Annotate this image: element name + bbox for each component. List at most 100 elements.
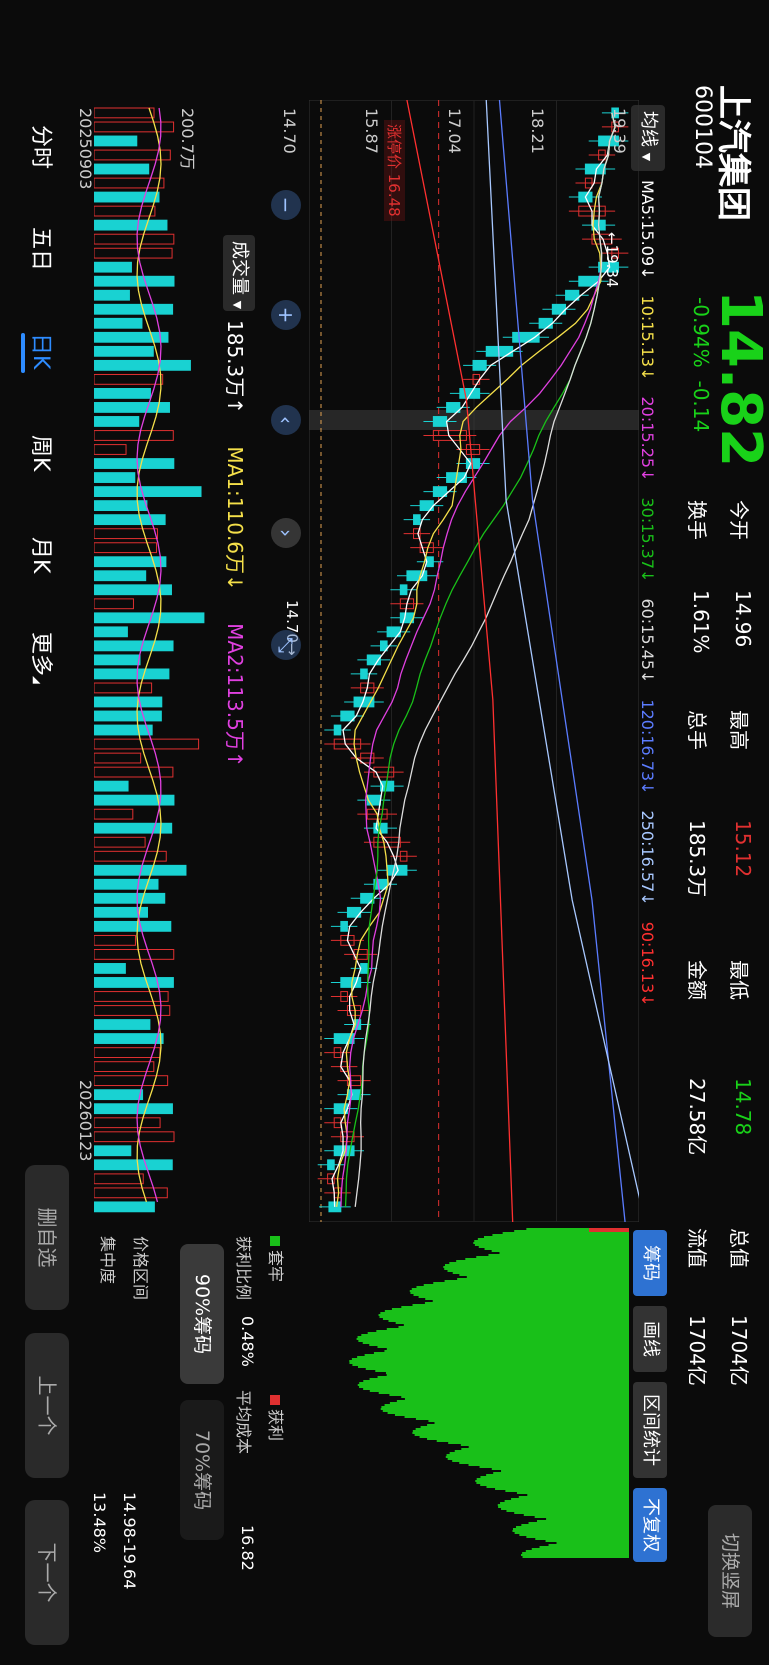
chip-90-button[interactable]: 90%筹码	[180, 1244, 224, 1384]
tab-weekly-k[interactable]: 周K	[27, 435, 59, 471]
chip-bar	[484, 1248, 629, 1250]
chip-bar	[357, 1384, 629, 1386]
switch-portrait-button[interactable]: 切换竖屏	[708, 1505, 752, 1637]
scroll-left-icon[interactable]: ‹	[271, 405, 301, 435]
chip-bar	[446, 1454, 629, 1456]
chip-bar	[359, 1382, 629, 1384]
chip-bar	[418, 1296, 629, 1298]
volume-bar	[94, 107, 155, 119]
chip-bar	[501, 1470, 629, 1472]
chip-bar	[516, 1492, 629, 1494]
zoom-in-icon[interactable]: +	[271, 300, 301, 330]
candle	[459, 388, 481, 399]
tab-five-day[interactable]: 五日	[27, 227, 59, 271]
tab-daily-k[interactable]: 日K	[27, 333, 59, 369]
ma-value-0: MA5:15.09↓	[638, 180, 657, 280]
chip-bar	[365, 1368, 629, 1370]
kline-chart[interactable]	[309, 100, 639, 1222]
candle	[399, 584, 408, 596]
chip-bar	[445, 1456, 629, 1458]
volume-bar	[94, 640, 174, 652]
volume-bar	[94, 977, 174, 988]
chip-bar	[358, 1340, 629, 1342]
chip-bar	[512, 1530, 629, 1532]
candle	[340, 920, 348, 932]
chip-bar	[506, 1510, 629, 1512]
chip-bar	[449, 1452, 629, 1454]
chip-bar	[379, 1316, 629, 1318]
tab-chip[interactable]: 筹码	[633, 1230, 667, 1296]
chip-bar	[364, 1354, 629, 1356]
limit-up-label: 涨停价 16.48	[384, 120, 405, 221]
next-stock-button[interactable]: 下一个	[25, 1500, 69, 1645]
chip-bar	[545, 1540, 629, 1542]
chip-bar	[492, 1234, 629, 1236]
chip-bar	[414, 1434, 629, 1436]
tab-monthly-k[interactable]: 月K	[27, 537, 59, 573]
collapse-icon[interactable]: ⤡	[271, 630, 301, 660]
dropdown-icon: ▼	[640, 152, 653, 162]
volume-bar	[94, 808, 134, 820]
chip-bar	[477, 1238, 629, 1240]
chip-bar	[535, 1538, 629, 1540]
tab-draw[interactable]: 画线	[633, 1306, 667, 1372]
chip-bar	[396, 1400, 629, 1402]
chip-bar	[359, 1386, 629, 1388]
high-label: 最高	[727, 710, 751, 750]
chip-bar	[548, 1544, 629, 1546]
open-label: 今开	[727, 500, 751, 540]
volume-bar	[94, 345, 154, 357]
tab-intraday[interactable]: 分时	[27, 125, 59, 169]
volume-bar	[94, 121, 175, 133]
profit-ratio-value: 0.48%	[238, 1316, 257, 1367]
chip-bar	[349, 1362, 629, 1364]
chip-bar	[404, 1416, 629, 1418]
indicator-selector[interactable]: 成交量 ▼	[223, 235, 255, 311]
chip-bar	[444, 1264, 629, 1266]
legend-trapped-label: 套牢	[266, 1250, 285, 1283]
chip-bar	[516, 1526, 629, 1528]
candle	[538, 317, 553, 329]
volume-bar	[94, 1033, 164, 1044]
scroll-right-icon[interactable]: ›	[271, 518, 301, 548]
volume-chart[interactable]	[94, 100, 214, 1222]
price-change: -0.94% -0.14	[689, 297, 713, 432]
chip-bar	[363, 1388, 629, 1390]
chip-bar	[528, 1522, 629, 1524]
chip-bar	[380, 1408, 629, 1410]
chip-bar	[386, 1374, 629, 1376]
chip-bar	[474, 1244, 629, 1246]
chip-bar	[519, 1534, 629, 1536]
chip-bar	[436, 1440, 629, 1442]
chip-70-button[interactable]: 70%筹码	[180, 1400, 224, 1540]
tab-more[interactable]: 更多◢	[27, 632, 59, 684]
chip-bar	[401, 1396, 629, 1398]
chip-bar	[522, 1552, 629, 1554]
volume-bar	[94, 219, 168, 231]
chip-bar	[389, 1402, 629, 1404]
previous-stock-button[interactable]: 上一个	[25, 1333, 69, 1478]
chip-bar	[499, 1252, 629, 1254]
volume-bar	[94, 233, 175, 245]
volume-bar	[94, 1047, 161, 1058]
chip-bar	[460, 1444, 629, 1446]
chip-bar	[493, 1472, 629, 1474]
remove-watchlist-button[interactable]: 删自选	[25, 1165, 69, 1310]
chip-bar	[447, 1458, 629, 1460]
volume-bar	[94, 766, 174, 778]
chip-bar	[412, 1432, 629, 1434]
zoom-out-icon[interactable]: −	[271, 190, 301, 220]
chip-bar	[384, 1404, 629, 1406]
chip-bar	[525, 1550, 629, 1552]
ma-line	[354, 112, 616, 1207]
chip-bar	[428, 1420, 629, 1422]
chip-bar	[404, 1398, 629, 1400]
chip-bar	[413, 1294, 629, 1296]
tab-range-stats[interactable]: 区间统计	[633, 1382, 667, 1478]
volume-bar	[94, 373, 164, 385]
chip-bar	[380, 1312, 629, 1314]
tab-no-adjust[interactable]: 不复权	[633, 1488, 667, 1562]
candle	[366, 794, 381, 806]
dropdown-icon: ▼	[231, 300, 244, 310]
chip-bar	[444, 1268, 629, 1270]
